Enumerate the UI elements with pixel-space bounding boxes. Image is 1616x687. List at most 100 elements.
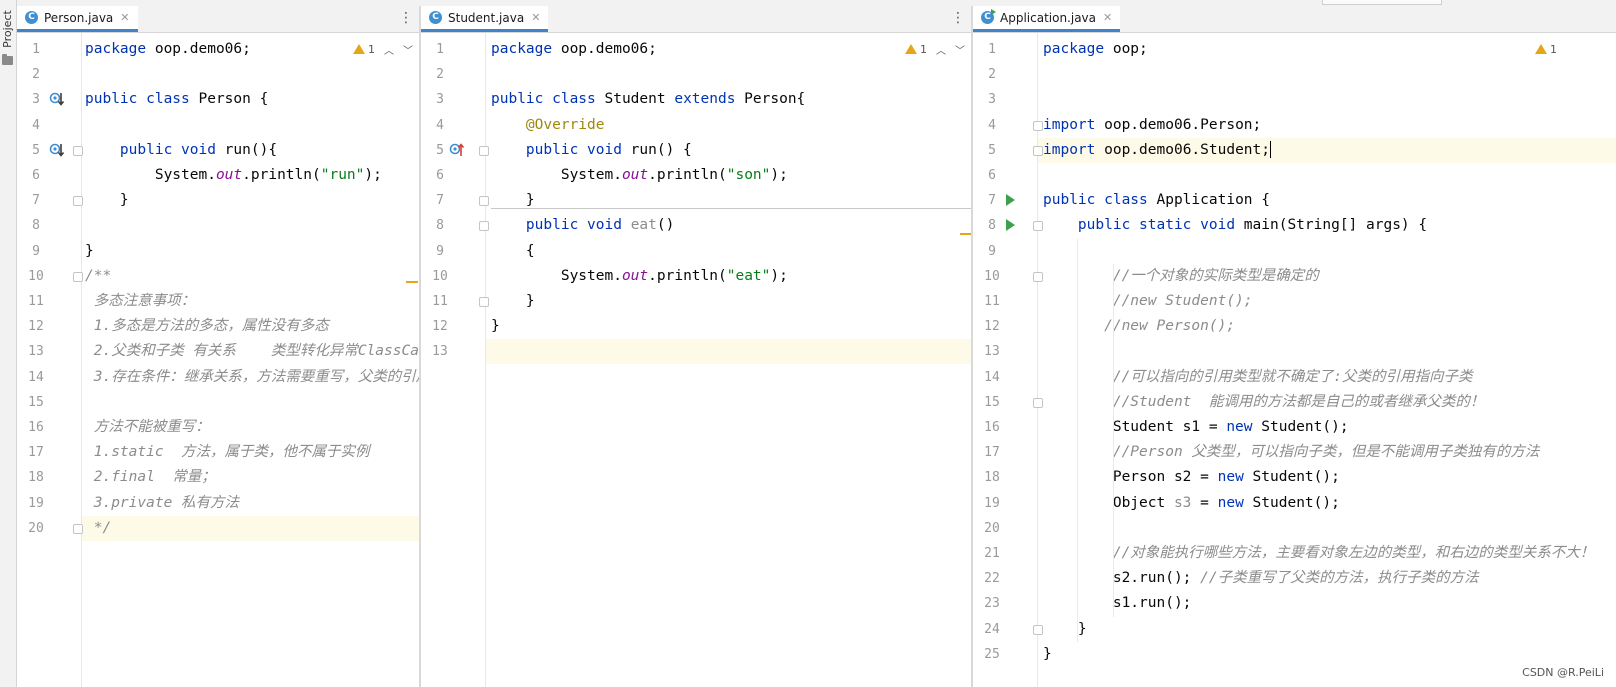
- line-number[interactable]: 19: [977, 491, 1007, 516]
- line-number[interactable]: 12: [21, 314, 51, 339]
- code-line[interactable]: System.out.println("eat");: [491, 264, 788, 289]
- code-line[interactable]: System.out.println("run");: [85, 163, 382, 188]
- line-number[interactable]: 4: [425, 113, 455, 138]
- line-number[interactable]: 4: [977, 113, 1007, 138]
- code-line[interactable]: }: [1043, 617, 1087, 642]
- line-number[interactable]: 8: [21, 213, 51, 238]
- chevron-up-icon[interactable]: ︿: [384, 42, 394, 57]
- fold-marker-icon[interactable]: [479, 145, 489, 156]
- line-number[interactable]: 9: [21, 239, 51, 264]
- close-icon[interactable]: ✕: [531, 11, 540, 24]
- line-number[interactable]: 13: [425, 339, 455, 364]
- line-number[interactable]: 11: [21, 289, 51, 314]
- fold-marker-icon[interactable]: [1033, 397, 1043, 408]
- line-number[interactable]: 12: [977, 314, 1007, 339]
- chevron-up-icon[interactable]: ︿: [936, 42, 946, 57]
- line-number[interactable]: 24: [977, 617, 1007, 642]
- code-line[interactable]: public void eat(): [491, 213, 674, 238]
- line-number[interactable]: 17: [977, 440, 1007, 465]
- line-number[interactable]: 11: [425, 289, 455, 314]
- code-line[interactable]: public static void main(String[] args) {: [1043, 213, 1427, 238]
- code-line[interactable]: }: [491, 188, 535, 213]
- line-number[interactable]: 6: [977, 163, 1007, 188]
- code-area[interactable]: package oop; import oop.demo06.Person; imp…: [1043, 33, 1616, 687]
- line-number[interactable]: 16: [21, 415, 51, 440]
- line-number[interactable]: 15: [21, 390, 51, 415]
- code-line[interactable]: 3.private 私有方法: [85, 491, 239, 516]
- line-number[interactable]: 21: [977, 541, 1007, 566]
- code-line[interactable]: //对象能执行哪些方法，主要看对象左边的类型，和右边的类型关系不大！: [1043, 541, 1594, 566]
- line-number[interactable]: 25: [977, 642, 1007, 667]
- fold-marker-icon[interactable]: [479, 221, 489, 232]
- line-number[interactable]: 11: [977, 289, 1007, 314]
- close-icon[interactable]: ✕: [120, 11, 129, 24]
- line-number[interactable]: 2: [21, 62, 51, 87]
- line-number[interactable]: 10: [21, 264, 51, 289]
- code-line[interactable]: @Override: [491, 113, 605, 138]
- override-arrow-icon[interactable]: [49, 91, 65, 107]
- code-line[interactable]: System.out.println("son");: [491, 163, 788, 188]
- inspection-widget[interactable]: 1: [1535, 40, 1557, 58]
- line-number[interactable]: 8: [977, 213, 1007, 238]
- line-number[interactable]: 9: [425, 239, 455, 264]
- line-number[interactable]: 3: [21, 87, 51, 112]
- line-number[interactable]: 13: [21, 339, 51, 364]
- line-number[interactable]: 13: [977, 339, 1007, 364]
- code-line[interactable]: 2.父类和子类 有关系 类型转化异常ClassCastException: [85, 339, 419, 364]
- line-number[interactable]: 8: [425, 213, 455, 238]
- line-number[interactable]: 10: [425, 264, 455, 289]
- close-icon[interactable]: ✕: [1103, 11, 1112, 24]
- fold-marker-icon[interactable]: [73, 196, 83, 207]
- line-number[interactable]: 14: [21, 365, 51, 390]
- line-number[interactable]: 20: [21, 516, 51, 541]
- toolbar-widget[interactable]: [1322, 0, 1442, 5]
- line-number[interactable]: 20: [977, 516, 1007, 541]
- line-number[interactable]: 6: [425, 163, 455, 188]
- fold-marker-icon[interactable]: [1033, 120, 1043, 131]
- code-line[interactable]: //可以指向的引用类型就不确定了:父类的引用指向子类: [1043, 365, 1473, 390]
- override-arrow-icon[interactable]: [449, 142, 465, 158]
- fold-marker-icon[interactable]: [73, 523, 83, 534]
- code-line[interactable]: package oop;: [1043, 37, 1148, 62]
- code-line[interactable]: package oop.demo06;: [491, 37, 657, 62]
- code-line[interactable]: public class Person {: [85, 87, 268, 112]
- line-number[interactable]: 16: [977, 415, 1007, 440]
- code-line[interactable]: public void run() {: [491, 138, 692, 163]
- code-line[interactable]: //Person 父类型，可以指向子类，但是不能调用子类独有的方法: [1043, 440, 1540, 465]
- fold-marker-icon[interactable]: [479, 297, 489, 307]
- code-line[interactable]: //一个对象的实际类型是确定的: [1043, 264, 1319, 289]
- line-number[interactable]: 1: [977, 37, 1007, 62]
- code-line[interactable]: 方法不能被重写：: [85, 415, 210, 440]
- line-number[interactable]: 2: [977, 62, 1007, 87]
- fold-marker-icon[interactable]: [73, 271, 83, 282]
- more-options-icon[interactable]: ⋮: [399, 11, 413, 25]
- line-number[interactable]: 10: [977, 264, 1007, 289]
- line-number[interactable]: 2: [425, 62, 455, 87]
- line-number[interactable]: 5: [21, 138, 51, 163]
- fold-marker-icon[interactable]: [1033, 271, 1043, 282]
- code-line[interactable]: Object s3 = new Student();: [1043, 491, 1340, 516]
- line-number[interactable]: 17: [21, 440, 51, 465]
- line-number[interactable]: 5: [977, 138, 1007, 163]
- line-number[interactable]: 7: [977, 188, 1007, 213]
- line-number[interactable]: 1: [21, 37, 51, 62]
- line-number[interactable]: 6: [21, 163, 51, 188]
- line-number[interactable]: 3: [425, 87, 455, 112]
- code-area[interactable]: package oop.demo06; public class Person {…: [85, 33, 419, 687]
- code-line[interactable]: 2.final 常量；: [85, 465, 216, 490]
- code-line[interactable]: //new Student();: [1043, 289, 1253, 314]
- line-number[interactable]: 15: [977, 390, 1007, 415]
- code-line[interactable]: import oop.demo06.Person;: [1043, 113, 1261, 138]
- line-number[interactable]: 9: [977, 239, 1007, 264]
- line-number[interactable]: 18: [977, 465, 1007, 490]
- code-line[interactable]: 1.static 方法，属于类，他不属于实例: [85, 440, 370, 465]
- code-line[interactable]: Person s2 = new Student();: [1043, 465, 1340, 490]
- chevron-down-icon[interactable]: ﹀: [955, 42, 965, 57]
- line-number[interactable]: 14: [977, 365, 1007, 390]
- code-line[interactable]: Student s1 = new Student();: [1043, 415, 1349, 440]
- line-number[interactable]: 18: [21, 465, 51, 490]
- code-line[interactable]: s1.run();: [1043, 591, 1192, 616]
- override-arrow-icon[interactable]: [49, 142, 65, 158]
- fold-marker-icon[interactable]: [1033, 221, 1043, 232]
- code-line[interactable]: }: [85, 188, 129, 213]
